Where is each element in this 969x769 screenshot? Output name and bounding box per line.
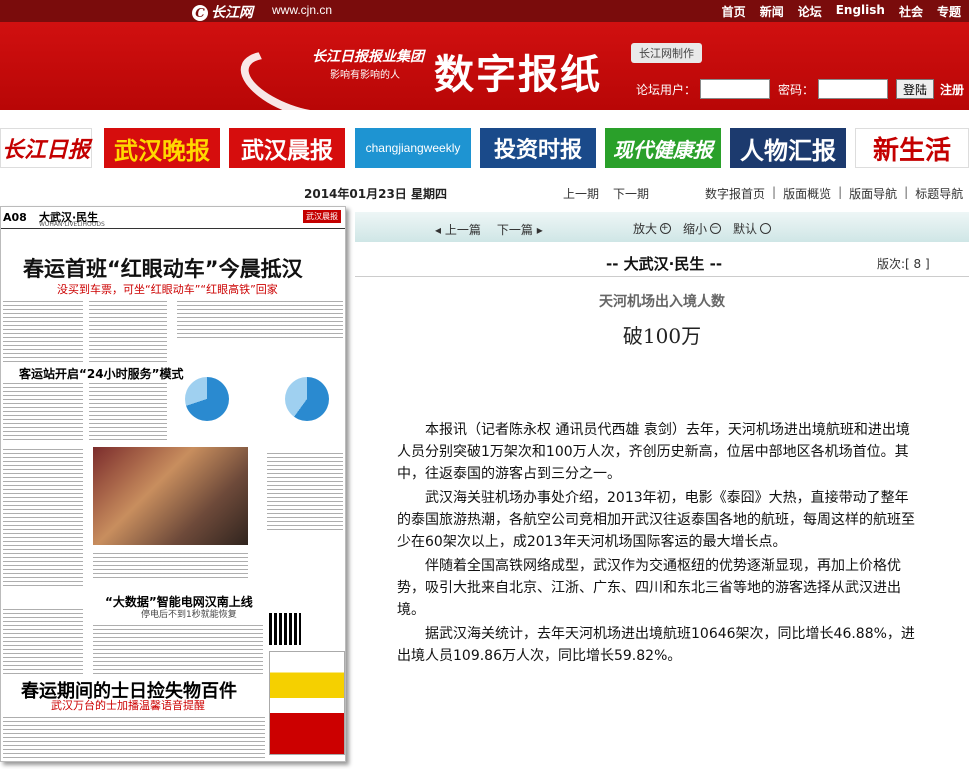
- article-paragraph: 据武汉海关统计，去年天河机场进出境航班10646架次，同比增长46.88%，进出…: [397, 626, 915, 664]
- made-by-badge: 长江网制作: [631, 43, 702, 63]
- text-block: [3, 447, 83, 587]
- page-overview-link[interactable]: 版面概览: [783, 185, 831, 202]
- default-zoom-label: 默认: [733, 222, 758, 236]
- issue-pager: 上一期 下一期: [563, 185, 649, 202]
- zoom-controls: 放大 + 缩小 − 默认: [633, 220, 772, 237]
- username-input[interactable]: [700, 79, 771, 99]
- text-block: [89, 381, 167, 441]
- text-block: [177, 299, 343, 339]
- circle-icon: [760, 223, 772, 234]
- default-zoom-button[interactable]: 默认: [733, 220, 772, 237]
- text-block: [3, 299, 83, 363]
- digital-home-link[interactable]: 数字报首页: [705, 185, 765, 202]
- separator: |: [838, 185, 843, 199]
- divider: [355, 276, 969, 277]
- page-title: 数字报纸: [434, 52, 602, 98]
- news-photo: [93, 447, 248, 545]
- view-links: 数字报首页 | 版面概览 | 版面导航 | 标题导航: [705, 185, 963, 202]
- nav-topics[interactable]: 专题: [937, 3, 961, 20]
- pie-chart-icon: [185, 377, 229, 421]
- text-block: [267, 451, 343, 531]
- nav-home[interactable]: 首页: [722, 3, 746, 20]
- text-block: [93, 623, 263, 675]
- next-article-link[interactable]: 下一篇 ▸: [497, 221, 543, 238]
- page-nav-link[interactable]: 版面导航: [849, 185, 897, 202]
- paper-wuhan-evening[interactable]: 武汉晚报: [104, 128, 220, 168]
- paper-modern-health[interactable]: 现代健康报: [605, 128, 721, 168]
- issue-nav-bar: 2014年01月23日 星期四 上一期 下一期 数字报首页 | 版面概览 | 版面导…: [0, 180, 969, 204]
- page-image-brand: 武汉晨报: [303, 210, 341, 223]
- advertisement: [269, 651, 345, 755]
- zoom-out-label: 缩小: [683, 222, 708, 236]
- top-nav: 首页 新闻 论坛 English 社会 专题: [722, 3, 961, 20]
- page-image-mid-sub: 停电后不到1秒就能恢复: [141, 610, 237, 620]
- paper-changjiang-daily[interactable]: 长江日报: [0, 128, 92, 168]
- register-link[interactable]: 注册: [940, 81, 964, 98]
- plus-icon: +: [660, 223, 672, 234]
- text-block: [3, 381, 83, 441]
- next-article-label: 下一篇: [496, 223, 533, 237]
- password-label: 密码：: [778, 82, 815, 97]
- paper-new-life[interactable]: 新生活: [855, 128, 969, 168]
- page-image-headline: 春运首班“红眼动车”今晨抵汉: [23, 257, 303, 281]
- article-paragraph: 伴随着全国高铁网络成型，武汉作为交通枢纽的优势逐渐显现，再加上价格优势，吸引大批…: [397, 558, 901, 618]
- article-body: 本报讯（记者陈永权 通讯员代西雄 袁剑）去年，天河机场进出境航班和进出境人员分别…: [397, 419, 917, 669]
- top-strip: C 长江网 www.cjn.cn 首页 新闻 论坛 English 社会 专题: [0, 0, 969, 22]
- zoom-in-button[interactable]: 放大 +: [633, 220, 672, 237]
- paper-changjiang-weekly[interactable]: changjiangweekly: [355, 128, 471, 168]
- article-paragraph: 武汉海关驻机场办事处介绍，2013年初，电影《泰囧》大热，直接带动了整年的泰国旅…: [397, 490, 915, 550]
- paper-wuhan-morning[interactable]: 武汉晨报: [229, 128, 345, 168]
- issue-date: 2014年01月23日 星期四: [304, 187, 447, 201]
- pie-chart-icon: [285, 377, 329, 421]
- zoom-in-label: 放大: [633, 222, 658, 236]
- article-paragraph: 本报讯（记者陈永权 通讯员代西雄 袁剑）去年，天河机场进出境航班和进出境人员分别…: [397, 422, 910, 482]
- article-pager: ◂ 上一篇 下一篇 ▸: [435, 221, 543, 238]
- login-form: 论坛用户： 密码： 登陆 注册: [636, 79, 964, 99]
- group-name: 长江日报报业集团: [312, 49, 424, 65]
- page-image-section-en: WUHAN·LIVELIHOODS: [39, 221, 105, 228]
- paper-people-digest[interactable]: 人物汇报: [730, 128, 846, 168]
- prev-issue-link[interactable]: 上一期: [563, 185, 599, 202]
- page-image-big-sub: 武汉万台的士加播温馨语音提醒: [51, 699, 205, 712]
- page-image-subhead: 客运站开启“24小时服务”模式: [19, 367, 184, 381]
- nav-news[interactable]: 新闻: [760, 3, 784, 20]
- section-title: -- 大武汉·民生 --: [606, 255, 723, 273]
- page-image-header: A08 大武汉·民生 WUHAN·LIVELIHOODS 武汉晨报: [1, 207, 345, 229]
- login-button[interactable]: 登陆: [896, 79, 935, 99]
- qr-code-icon: [269, 613, 301, 645]
- nav-society[interactable]: 社会: [899, 3, 923, 20]
- minus-icon: −: [710, 223, 722, 234]
- cjn-logo-text: 长江网: [211, 5, 253, 21]
- page-number: 版次:[ 8 ]: [877, 257, 930, 271]
- cjn-logo[interactable]: C 长江网: [192, 2, 253, 22]
- paper-list: 长江日报 武汉晚报 武汉晨报 changjiangweekly 投资时报 现代健…: [0, 128, 969, 170]
- article-subtitle: 天河机场出入境人数: [599, 294, 725, 310]
- next-issue-link[interactable]: 下一期: [613, 185, 649, 202]
- header-banner: 长江日报报业集团 影响有影响的人 数字报纸 长江网制作 论坛用户： 密码： 登陆…: [0, 22, 969, 133]
- paper-investment-times[interactable]: 投资时报: [480, 128, 596, 168]
- nav-forum[interactable]: 论坛: [798, 3, 822, 20]
- password-input[interactable]: [818, 79, 889, 99]
- separator: |: [904, 185, 909, 199]
- page-image-headline-sub: 没买到车票，可坐“红眼动车”“红眼高铁”回家: [57, 283, 278, 296]
- group-slogan: 影响有影响的人: [330, 70, 400, 81]
- username-label: 论坛用户：: [636, 82, 697, 97]
- article-title: 破100万: [622, 324, 702, 348]
- prev-article-label: 上一篇: [444, 223, 481, 237]
- separator: |: [772, 185, 777, 199]
- nav-english[interactable]: English: [836, 3, 885, 20]
- site-url: www.cjn.cn: [272, 3, 333, 17]
- text-block: [3, 715, 265, 759]
- newspaper-page-image[interactable]: A08 大武汉·民生 WUHAN·LIVELIHOODS 武汉晨报 春运首班“红…: [0, 206, 346, 762]
- text-block: [89, 299, 167, 363]
- cjn-logo-icon: C: [192, 5, 208, 21]
- prev-article-link[interactable]: ◂ 上一篇: [435, 221, 481, 238]
- text-block: [93, 551, 248, 581]
- text-block: [3, 607, 83, 677]
- article-toolbar: ◂ 上一篇 下一篇 ▸ 放大 + 缩小 − 默认: [355, 212, 969, 242]
- page-image-number: A08: [3, 211, 27, 224]
- zoom-out-button[interactable]: 缩小 −: [683, 220, 722, 237]
- title-nav-link[interactable]: 标题导航: [915, 185, 963, 202]
